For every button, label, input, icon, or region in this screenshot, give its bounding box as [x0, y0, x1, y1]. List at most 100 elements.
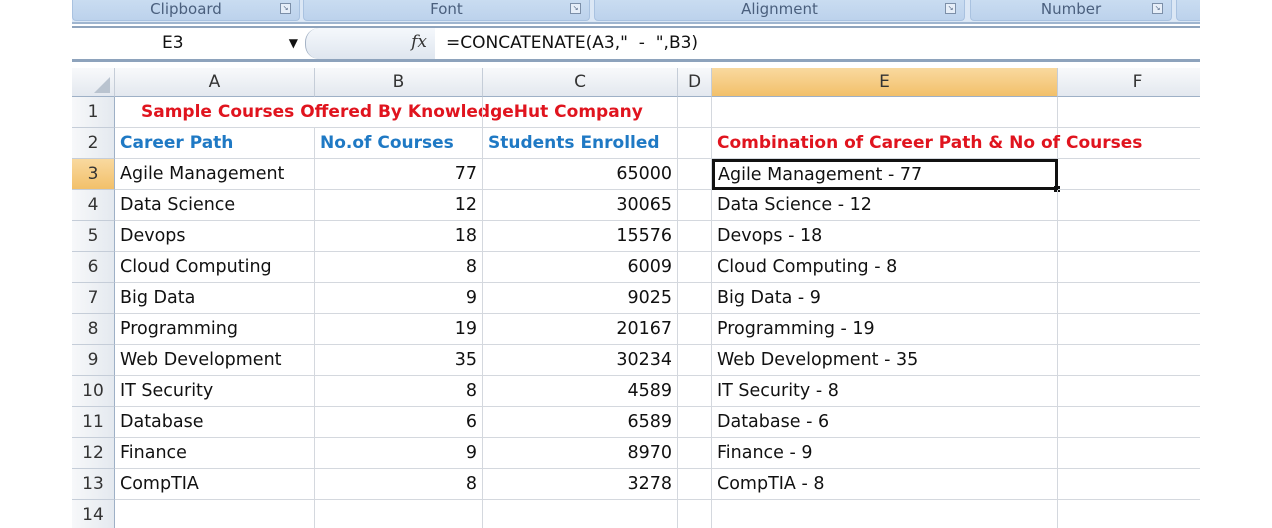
cell-b14[interactable] — [315, 500, 483, 528]
cell-c9[interactable]: 30234 — [483, 345, 678, 376]
cell-b10[interactable]: 8 — [315, 376, 483, 407]
cell-e6[interactable]: Cloud Computing - 8 — [712, 252, 1058, 283]
row-header[interactable]: 14 — [72, 500, 115, 528]
cell-f11[interactable] — [1058, 407, 1200, 438]
cell-a3[interactable]: Agile Management — [115, 159, 315, 190]
cell-a2[interactable]: Career Path — [115, 128, 315, 159]
cell-c13[interactable]: 3278 — [483, 469, 678, 500]
cell-a12[interactable]: Finance — [115, 438, 315, 469]
cell-a5[interactable]: Devops — [115, 221, 315, 252]
cell-f3[interactable] — [1058, 159, 1200, 190]
insert-function-button[interactable]: fx — [305, 28, 435, 59]
cell-d9[interactable] — [678, 345, 712, 376]
cell-e11[interactable]: Database - 6 — [712, 407, 1058, 438]
cell-e7[interactable]: Big Data - 9 — [712, 283, 1058, 314]
cell-c4[interactable]: 30065 — [483, 190, 678, 221]
dialog-launcher-icon[interactable]: ↘ — [280, 3, 291, 14]
ribbon-group-number[interactable]: Number ↘ — [970, 0, 1172, 21]
cell-d10[interactable] — [678, 376, 712, 407]
cell-b7[interactable]: 9 — [315, 283, 483, 314]
cell-d1[interactable] — [678, 97, 712, 128]
cell-f12[interactable] — [1058, 438, 1200, 469]
ribbon-group-clipboard[interactable]: Clipboard ↘ — [72, 0, 300, 21]
cell-d7[interactable] — [678, 283, 712, 314]
cell-f2[interactable] — [1058, 128, 1200, 159]
cell-b13[interactable]: 8 — [315, 469, 483, 500]
active-cell-e3[interactable]: Agile Management - 77 — [712, 159, 1058, 190]
row-header[interactable]: 6 — [72, 252, 115, 283]
ribbon-group-font[interactable]: Font ↘ — [303, 0, 590, 21]
row-header[interactable]: 5 — [72, 221, 115, 252]
cell-d13[interactable] — [678, 469, 712, 500]
cell-e5[interactable]: Devops - 18 — [712, 221, 1058, 252]
cell-c2[interactable]: Students Enrolled — [483, 128, 678, 159]
column-header-b[interactable]: B — [315, 68, 483, 97]
cell-d5[interactable] — [678, 221, 712, 252]
cell-f5[interactable] — [1058, 221, 1200, 252]
cell-a8[interactable]: Programming — [115, 314, 315, 345]
cell-f7[interactable] — [1058, 283, 1200, 314]
row-header[interactable]: 13 — [72, 469, 115, 500]
cell-c6[interactable]: 6009 — [483, 252, 678, 283]
cell-e14[interactable] — [712, 500, 1058, 528]
name-box[interactable]: E3 ▼ — [72, 28, 304, 59]
cell-e12[interactable]: Finance - 9 — [712, 438, 1058, 469]
cell-a13[interactable]: CompTIA — [115, 469, 315, 500]
cell-f8[interactable] — [1058, 314, 1200, 345]
cell-b3[interactable]: 77 — [315, 159, 483, 190]
cell-c7[interactable]: 9025 — [483, 283, 678, 314]
cell-b9[interactable]: 35 — [315, 345, 483, 376]
cell-e10[interactable]: IT Security - 8 — [712, 376, 1058, 407]
cell-b1[interactable] — [315, 97, 483, 128]
cell-d2[interactable] — [678, 128, 712, 159]
cell-a9[interactable]: Web Development — [115, 345, 315, 376]
cell-a6[interactable]: Cloud Computing — [115, 252, 315, 283]
cell-e13[interactable]: CompTIA - 8 — [712, 469, 1058, 500]
cell-b4[interactable]: 12 — [315, 190, 483, 221]
ribbon-group-partial[interactable] — [1176, 0, 1200, 21]
cell-f4[interactable] — [1058, 190, 1200, 221]
cell-d4[interactable] — [678, 190, 712, 221]
cell-f10[interactable] — [1058, 376, 1200, 407]
row-header[interactable]: 4 — [72, 190, 115, 221]
cell-b12[interactable]: 9 — [315, 438, 483, 469]
cell-a14[interactable] — [115, 500, 315, 528]
column-header-a[interactable]: A — [115, 68, 315, 97]
cell-c11[interactable]: 6589 — [483, 407, 678, 438]
formula-input[interactable]: =CONCATENATE(A3," - ",B3) — [446, 28, 698, 59]
row-header[interactable]: 3 — [72, 159, 115, 190]
cell-d6[interactable] — [678, 252, 712, 283]
row-header[interactable]: 11 — [72, 407, 115, 438]
cell-f14[interactable] — [1058, 500, 1200, 528]
chevron-down-icon[interactable]: ▼ — [289, 28, 298, 59]
cell-c1[interactable] — [483, 97, 678, 128]
ribbon-group-alignment[interactable]: Alignment ↘ — [594, 0, 965, 21]
select-all-button[interactable] — [72, 68, 115, 97]
column-header-d[interactable]: D — [678, 68, 712, 97]
cell-d3[interactable] — [678, 159, 712, 190]
dialog-launcher-icon[interactable]: ↘ — [945, 3, 956, 14]
cell-d8[interactable] — [678, 314, 712, 345]
cell-f13[interactable] — [1058, 469, 1200, 500]
cell-c10[interactable]: 4589 — [483, 376, 678, 407]
cell-b2[interactable]: No.of Courses — [315, 128, 483, 159]
cell-b8[interactable]: 19 — [315, 314, 483, 345]
cell-a4[interactable]: Data Science — [115, 190, 315, 221]
dialog-launcher-icon[interactable]: ↘ — [570, 3, 581, 14]
cell-f1[interactable] — [1058, 97, 1200, 128]
column-header-c[interactable]: C — [483, 68, 678, 97]
row-header[interactable]: 1 — [72, 97, 115, 128]
cell-c8[interactable]: 20167 — [483, 314, 678, 345]
cell-c5[interactable]: 15576 — [483, 221, 678, 252]
cell-b11[interactable]: 6 — [315, 407, 483, 438]
cell-e9[interactable]: Web Development - 35 — [712, 345, 1058, 376]
cell-a10[interactable]: IT Security — [115, 376, 315, 407]
cell-b5[interactable]: 18 — [315, 221, 483, 252]
cell-c3[interactable]: 65000 — [483, 159, 678, 190]
row-header[interactable]: 2 — [72, 128, 115, 159]
cell-c14[interactable] — [483, 500, 678, 528]
cell-d11[interactable] — [678, 407, 712, 438]
cell-a1[interactable]: Sample Courses Offered By KnowledgeHut C… — [115, 97, 643, 128]
cell-b6[interactable]: 8 — [315, 252, 483, 283]
cell-a7[interactable]: Big Data — [115, 283, 315, 314]
